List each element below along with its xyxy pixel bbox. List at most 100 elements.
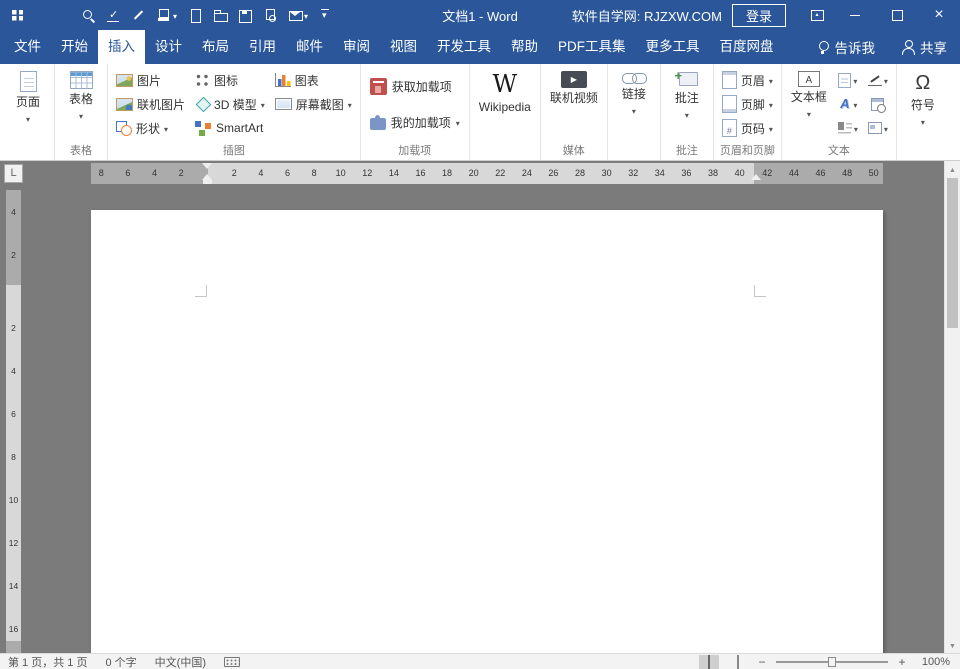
ribbon-tab[interactable]: 帮助 (501, 30, 548, 64)
date-and-time-button[interactable] (863, 92, 893, 116)
pages-button[interactable]: 页面 (5, 65, 51, 144)
ribbon-tab[interactable]: 开始 (51, 30, 98, 64)
left-indent-marker[interactable] (203, 180, 212, 184)
ribbon-tab[interactable]: 开发工具 (427, 30, 501, 64)
search-icon[interactable] (81, 8, 96, 23)
new-document-icon[interactable] (187, 8, 202, 23)
web-layout-button[interactable] (728, 655, 748, 669)
button-label: 图表 (294, 73, 319, 88)
minimize-button[interactable] (834, 0, 876, 30)
symbol-button[interactable]: 符号 (900, 65, 946, 144)
share-button[interactable]: 共享 (888, 30, 960, 64)
ribbon-tab[interactable]: 文件 (4, 30, 51, 64)
scrollbar-thumb[interactable] (947, 178, 958, 328)
wikipedia-button[interactable]: Wikipedia (473, 65, 537, 144)
ribbon: 页面 表格 表格 图片 联机图片 (0, 64, 960, 161)
zoom-slider[interactable] (776, 655, 888, 669)
signature-line-button[interactable] (863, 68, 893, 92)
link-button[interactable]: 链接 (611, 65, 657, 144)
keyboard-icon[interactable] (223, 656, 240, 667)
dropdown-caret-icon (769, 73, 773, 87)
ribbon-tab[interactable]: 邮件 (286, 30, 333, 64)
read-mode-button[interactable] (670, 655, 690, 669)
group-header-footer: 页眉 页脚 页码 页眉和页脚 (712, 64, 781, 160)
view-grid-icon[interactable] (10, 8, 25, 23)
ribbon-tab[interactable]: 更多工具 (636, 30, 710, 64)
open-folder-icon[interactable] (212, 8, 228, 23)
my-addins-button[interactable]: 我的加载项 (364, 104, 466, 140)
comment-button-label: 批注 (674, 91, 699, 105)
ribbon-tab[interactable]: 审阅 (333, 30, 380, 64)
icons-button[interactable]: 图标 (190, 68, 270, 92)
close-button[interactable] (918, 0, 960, 30)
ribbon-tab[interactable]: 百度网盘 (710, 30, 784, 64)
login-button[interactable]: 登录 (731, 3, 786, 27)
drop-cap-button[interactable] (833, 116, 863, 140)
document-page[interactable] (91, 210, 883, 653)
spellcheck-icon[interactable] (106, 8, 121, 23)
page-icon (19, 71, 37, 92)
smartart-icon (195, 120, 213, 136)
ruler-number: 8 (311, 168, 317, 178)
dropdown-caret-icon (853, 73, 857, 87)
scroll-up-arrow-icon[interactable] (945, 161, 960, 177)
zoom-in-button[interactable]: + (897, 655, 907, 669)
online-video-button-label: 联机视频 (549, 91, 598, 105)
wordart-button[interactable] (833, 92, 863, 116)
ribbon-tab[interactable]: 设计 (145, 30, 192, 64)
ruler-number: 8 (11, 451, 16, 462)
screenshot-button[interactable]: 屏幕截图 (270, 92, 357, 116)
ribbon-tab[interactable]: PDF工具集 (548, 30, 636, 64)
right-indent-marker[interactable] (751, 174, 761, 180)
page-number-button[interactable]: 页码 (717, 116, 778, 140)
chart-button[interactable]: 图表 (270, 68, 357, 92)
get-addins-button[interactable]: 获取加载项 (364, 68, 466, 104)
print-preview-icon[interactable] (262, 8, 277, 23)
page-indicator[interactable]: 第 1 页，共 1 页 (8, 654, 87, 669)
customize-qat-icon[interactable] (318, 8, 333, 23)
3d-models-button[interactable]: 3D 模型 (190, 92, 270, 116)
zoom-level[interactable]: 100% (916, 656, 950, 668)
header-button[interactable]: 页眉 (717, 68, 778, 92)
email-button[interactable] (287, 8, 308, 23)
group-illustrations: 图片 联机图片 形状 图标 3D 模型 (107, 64, 360, 160)
ribbon-tab[interactable]: 布局 (192, 30, 239, 64)
edit-pen-icon[interactable] (131, 8, 146, 23)
zoom-slider-thumb[interactable] (828, 656, 836, 667)
table-button[interactable]: 表格 (58, 65, 104, 144)
smartart-button[interactable]: SmartArt (190, 116, 270, 140)
tell-me-button[interactable]: 告诉我 (804, 30, 889, 64)
object-button[interactable] (863, 116, 893, 140)
ribbon-display-options-icon[interactable] (800, 0, 834, 30)
ink-color-button[interactable] (156, 8, 177, 23)
tab-selector[interactable] (4, 164, 23, 183)
scroll-down-arrow-icon[interactable] (945, 637, 960, 653)
shapes-button[interactable]: 形状 (111, 116, 190, 140)
shapes-icon (116, 120, 132, 136)
comment-button[interactable]: 批注 (664, 65, 710, 144)
ruler-number: 20 (468, 168, 479, 178)
ribbon-tab[interactable]: 插入 (98, 30, 145, 64)
ruler-number: 4 (11, 365, 16, 376)
vertical-scrollbar[interactable] (944, 161, 960, 653)
pictures-button[interactable]: 图片 (111, 68, 190, 92)
horizontal-ruler[interactable]: 8642 2 4 6 8 10 12 14 16 18 20 22 24 26 28 30 32 34 36 38 4… (91, 163, 883, 184)
quick-parts-button[interactable] (833, 68, 863, 92)
ribbon-tab[interactable]: 视图 (380, 30, 427, 64)
ruler-number: 28 (575, 168, 586, 178)
print-layout-button[interactable] (699, 654, 719, 669)
save-icon[interactable] (237, 8, 253, 23)
vertical-ruler[interactable]: 42 2 4 6 8 10 12 14 16 (6, 190, 21, 653)
first-line-indent-marker[interactable] (202, 163, 212, 169)
online-pictures-button[interactable]: 联机图片 (111, 92, 190, 116)
zoom-out-button[interactable]: − (757, 655, 767, 669)
ribbon-tab[interactable]: 引用 (239, 30, 286, 64)
online-video-button[interactable]: 联机视频 (544, 65, 604, 144)
text-box-button[interactable]: 文本框 (785, 65, 833, 144)
language-indicator[interactable]: 中文(中国) (155, 654, 206, 669)
ruler-number: 6 (284, 168, 290, 178)
maximize-button[interactable] (876, 0, 918, 30)
button-label: SmartArt (216, 121, 264, 135)
footer-button[interactable]: 页脚 (717, 92, 778, 116)
word-count[interactable]: 0 个字 (105, 654, 136, 669)
